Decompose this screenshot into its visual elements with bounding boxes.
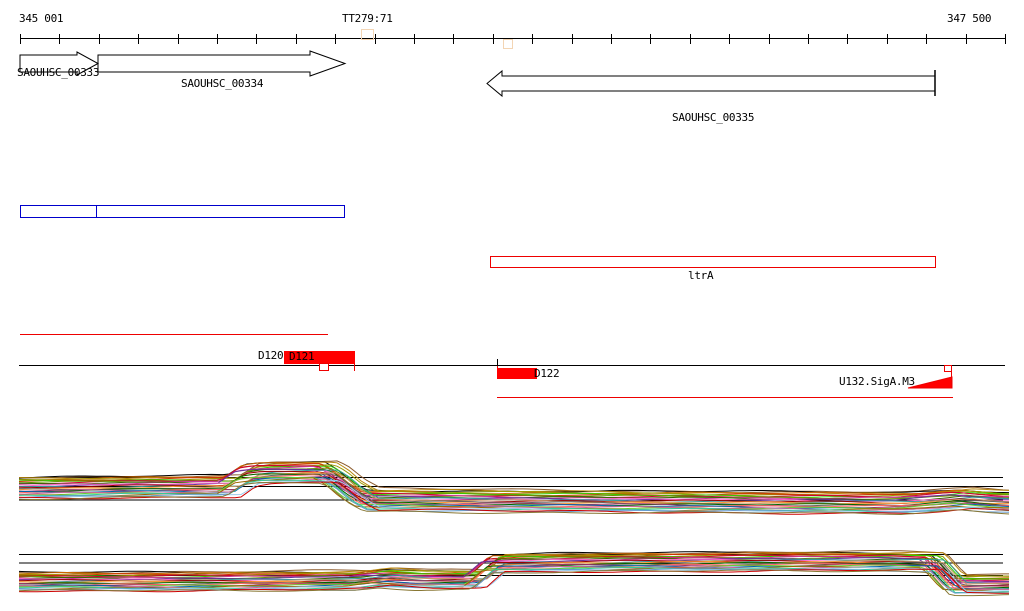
- genome-browser: { "ruler": { "start_label": "345 001", "…: [0, 0, 1024, 611]
- coverage-trace: [18, 470, 1010, 505]
- coverage-plots[interactable]: [0, 0, 1024, 611]
